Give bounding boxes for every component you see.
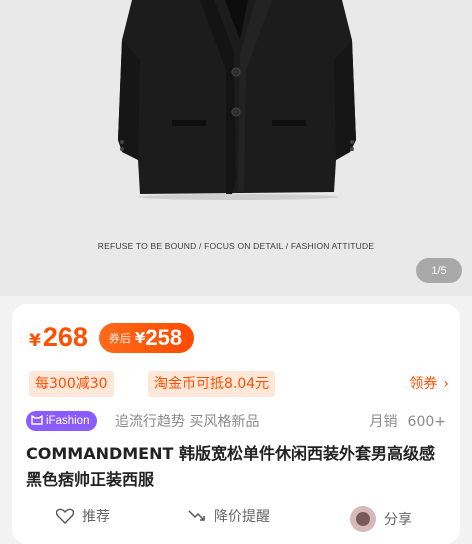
ifashion-badge[interactable]: iFashion [26,411,98,431]
price-value: 268 [42,322,88,352]
image-pager: 1/5 [416,258,462,283]
coupon-price-badge: 券后 ¥ 258 [98,323,195,353]
sales-count: 600+ [407,414,446,430]
ifashion-label: iFashion [46,415,90,427]
discount-tag[interactable]: 每300减30 [29,371,114,397]
recommend-button[interactable]: 推荐 [56,506,110,526]
price-row: ¥ 268 券后 ¥ 258 [29,322,195,353]
avatar [350,506,376,532]
cat-icon [31,414,43,429]
product-info-card: ¥ 268 券后 ¥ 258 每300减30 淘金币可抵8.04元 领券 › i… [12,304,460,544]
coupon-price-value: 258 [145,325,183,350]
product-title: COMMANDMENT 韩版宽松单件休闲西装外套男高级感黑色痞帅正装西服 [26,444,435,489]
coupon-price-label: 券后 [108,332,131,345]
fashion-row: iFashion 追流行趋势 买风格新品 月销 600+ [26,410,450,432]
chevron-right-icon: › [443,376,449,392]
price-alert-label: 降价提醒 [214,509,270,525]
price-alert-button[interactable]: 降价提醒 [188,506,270,526]
fashion-slogan: 追流行趋势 买风格新品 [115,414,260,430]
price: ¥ 268 [29,322,88,353]
product-image[interactable]: REFUSE TO BE BOUND / FOCUS ON DETAIL / F… [0,0,472,296]
share-label: 分享 [384,512,412,528]
share-button[interactable]: 分享 [350,506,412,532]
get-coupon-link[interactable]: 领券 › [409,371,449,397]
price-currency: ¥ [29,331,41,351]
trend-down-icon [188,508,206,524]
blazer-image [118,0,356,200]
coupon-price-currency: ¥ [134,329,146,347]
promotion-row: 每300减30 淘金币可抵8.04元 领券 › [29,371,449,397]
action-row: 推荐 降价提醒 分享 [12,506,460,536]
get-coupon-label: 领券 [409,376,438,392]
monthly-sales: 月销 600+ [370,411,446,431]
image-tagline: REFUSE TO BE BOUND / FOCUS ON DETAIL / F… [97,241,375,251]
coins-tag[interactable]: 淘金币可抵8.04元 [148,371,276,397]
heart-icon [56,508,74,524]
recommend-label: 推荐 [82,509,110,525]
sales-label: 月销 [369,414,398,430]
